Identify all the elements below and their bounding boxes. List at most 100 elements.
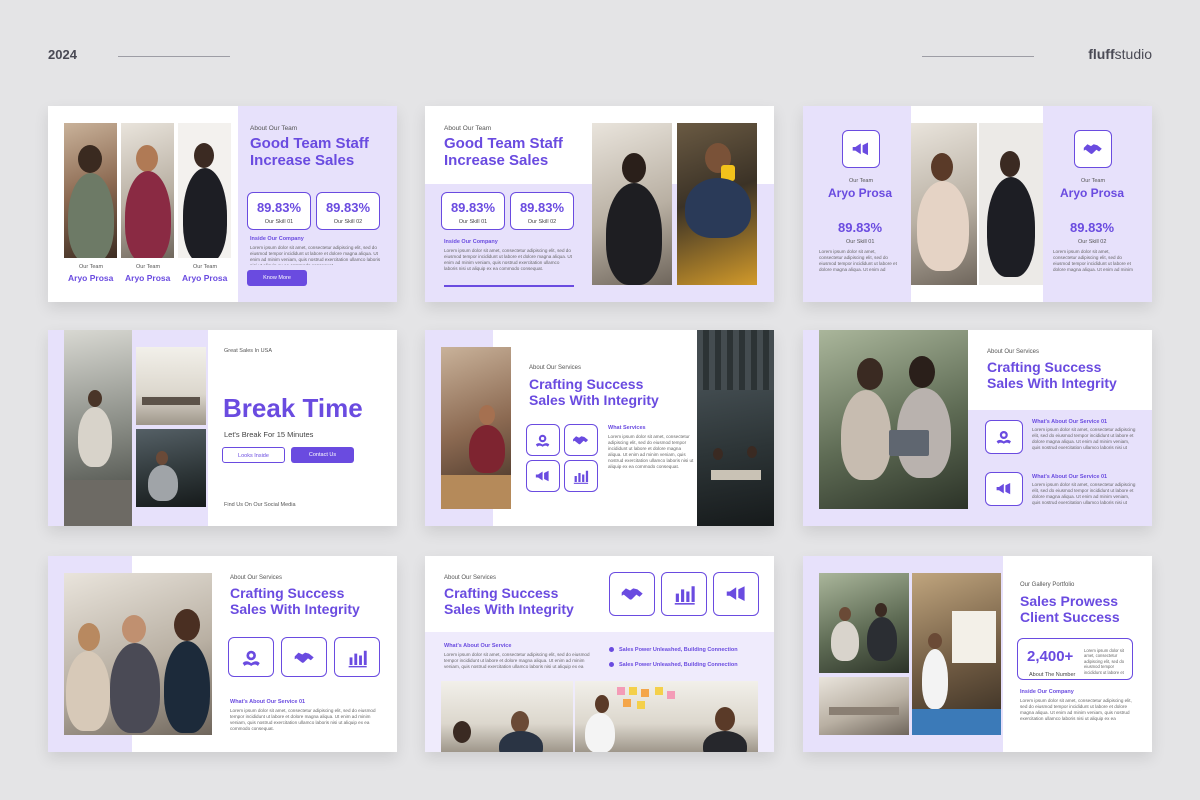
slide-services-banner[interactable]: About Our Services Crafting Success Sales…	[425, 556, 774, 752]
subheading: Inside Our Company	[444, 239, 498, 245]
slide-break-time[interactable]: Great Sales In USA Break Time Let's Brea…	[48, 330, 397, 526]
photo-woman-phone	[911, 123, 977, 285]
know-more-button[interactable]: Know More	[247, 270, 307, 286]
team-photo-1	[64, 123, 117, 258]
handshake-icon	[609, 572, 655, 616]
member-role: Our Team	[79, 264, 104, 270]
slide-services-list[interactable]: About Our Services Crafting Success Sales…	[803, 330, 1152, 526]
body-text: Lorem ipsum dolor sit amet, consectetur …	[1053, 249, 1133, 272]
gallery-photo-presentation	[912, 573, 1001, 735]
slide-title: Crafting Success Sales With Integrity	[444, 585, 574, 618]
skill-stat-1: 89.83% Our Skill 01	[247, 192, 311, 230]
skill-stat-1: 89.83% Our Skill 01	[441, 192, 505, 230]
chart-icon	[564, 460, 598, 492]
award-icon	[228, 637, 274, 677]
chart-icon	[334, 637, 380, 677]
subheading: Inside Our Company	[1020, 689, 1074, 695]
body-text: Lorem ipsum dolor sit amet, consectetur …	[230, 708, 376, 731]
slide-team-staff[interactable]: Our Team Aryo Prosa Our Team Aryo Prosa …	[48, 106, 397, 302]
photo-open-office	[697, 330, 774, 526]
photo-woman-desk	[592, 123, 672, 285]
eyebrow: About Our Services	[987, 349, 1040, 355]
bullet-item: Sales Power Unleashed, Building Connecti…	[619, 662, 738, 668]
handshake-icon	[281, 637, 327, 677]
subheading: What's About Our Service	[444, 643, 512, 649]
award-icon	[985, 420, 1023, 454]
member-name: Aryo Prosa	[1060, 186, 1125, 200]
photo-meeting-women	[441, 347, 511, 509]
skill-label: Our Skill 02	[1078, 239, 1107, 245]
social-footer: Find Us On Our Social Media	[224, 502, 296, 508]
slide-title: Crafting Success Sales With Integrity	[230, 585, 360, 618]
photo-women-laptop	[819, 330, 968, 509]
member-role: Our Team	[193, 264, 218, 270]
eyebrow: About Our Services	[444, 575, 497, 581]
slide-title: Good Team Staff Increase Sales	[444, 135, 563, 170]
photo-sticky-notes	[575, 681, 758, 752]
member-name: Aryo Prosa	[182, 273, 228, 283]
body-text: Lorem ipsum dolor sit amet, consectetur …	[250, 245, 381, 265]
body-text: Lorem ipsum dolor sit amet, consectetur …	[608, 434, 694, 469]
photo-meeting-tall	[64, 330, 132, 526]
slide-title: Crafting Success Sales With Integrity	[987, 359, 1117, 392]
body-text: Lorem ipsum dolor sit amet, consectetur …	[444, 652, 590, 669]
eyebrow: About Our Team	[250, 125, 298, 132]
looks-inside-button[interactable]: Looks Inside	[222, 447, 285, 463]
gallery-photo-workshop	[819, 677, 909, 735]
skill-label: Our Skill 01	[846, 239, 875, 245]
member-name: Aryo Prosa	[828, 186, 893, 200]
member-name: Aryo Prosa	[125, 273, 171, 283]
bullet-dot	[609, 662, 614, 667]
slide-services-icons[interactable]: About Our Services Crafting Success Sales…	[48, 556, 397, 752]
body-text: Lorem ipsum dolor sit amet, consectetur …	[1032, 427, 1136, 450]
skill-stat-2: 89.83% Our Skill 02	[316, 192, 380, 230]
chart-icon	[661, 572, 707, 616]
photo-team-table	[136, 429, 206, 507]
skill-value: 89.83%	[1070, 220, 1115, 235]
photo-woman-standing	[979, 123, 1043, 285]
service-item-title: What's About Our Service 01	[1032, 474, 1108, 480]
subheading: What's About Our Service 01	[230, 699, 306, 705]
subheading: What Services	[608, 425, 646, 431]
megaphone-icon	[526, 460, 560, 492]
member-role: Our Team	[136, 264, 161, 270]
slide-title: Break Time	[223, 393, 363, 423]
team-photo-3	[178, 123, 231, 258]
subheading: Inside Our Company	[250, 236, 304, 242]
body-text: Lorem ipsum dolor sit amet, consectetur …	[1032, 482, 1136, 505]
member-name: Aryo Prosa	[68, 273, 114, 283]
slide-team-profiles[interactable]: Our Team Aryo Prosa 89.83% Our Skill 01 …	[803, 106, 1152, 302]
eyebrow: About Our Services	[529, 365, 582, 371]
number-stat: 2,400+ About The Number Lorem ipsum dolo…	[1017, 638, 1133, 680]
photo-team-laptop	[64, 573, 212, 735]
slide-services-grid[interactable]: About Our Services Crafting Success Sales…	[425, 330, 774, 526]
service-item-title: What's About Our Service 01	[1032, 419, 1108, 425]
photo-office-room	[136, 347, 206, 425]
header-divider-left	[118, 56, 230, 57]
contact-us-button[interactable]: Contact Us	[291, 447, 354, 463]
slide-title: Crafting Success Sales With Integrity	[529, 376, 659, 409]
slide-team-staff-2[interactable]: About Our Team Good Team Staff Increase S…	[425, 106, 774, 302]
megaphone-icon	[985, 472, 1023, 506]
body-text: Lorem ipsum dolor sit amet, consectetur …	[1020, 698, 1132, 721]
photo-meeting-men	[441, 681, 573, 752]
member-role: Our Team	[1081, 178, 1106, 184]
slide-title: Good Team Staff Increase Sales	[250, 135, 369, 170]
eyebrow: Great Sales In USA	[224, 348, 272, 354]
slide-title: Sales Prowess Client Success	[1020, 593, 1120, 626]
eyebrow: About Our Services	[230, 575, 283, 581]
photo-man-coffee	[677, 123, 757, 285]
handshake-icon	[564, 424, 598, 456]
skill-value: 89.83%	[838, 220, 883, 235]
member-role: Our Team	[849, 178, 874, 184]
award-icon	[526, 424, 560, 456]
eyebrow: About Our Team	[444, 125, 492, 132]
eyebrow: Our Gallery Portfolio	[1020, 582, 1075, 588]
header-divider-right	[922, 56, 1034, 57]
gallery-photo-lounge	[819, 573, 909, 673]
underline	[444, 285, 574, 287]
megaphone-icon	[842, 130, 880, 168]
bullet-dot	[609, 647, 614, 652]
brand-logo: fluffstudio	[1088, 46, 1152, 62]
slide-gallery-portfolio[interactable]: Our Gallery Portfolio Sales Prowess Clien…	[803, 556, 1152, 752]
